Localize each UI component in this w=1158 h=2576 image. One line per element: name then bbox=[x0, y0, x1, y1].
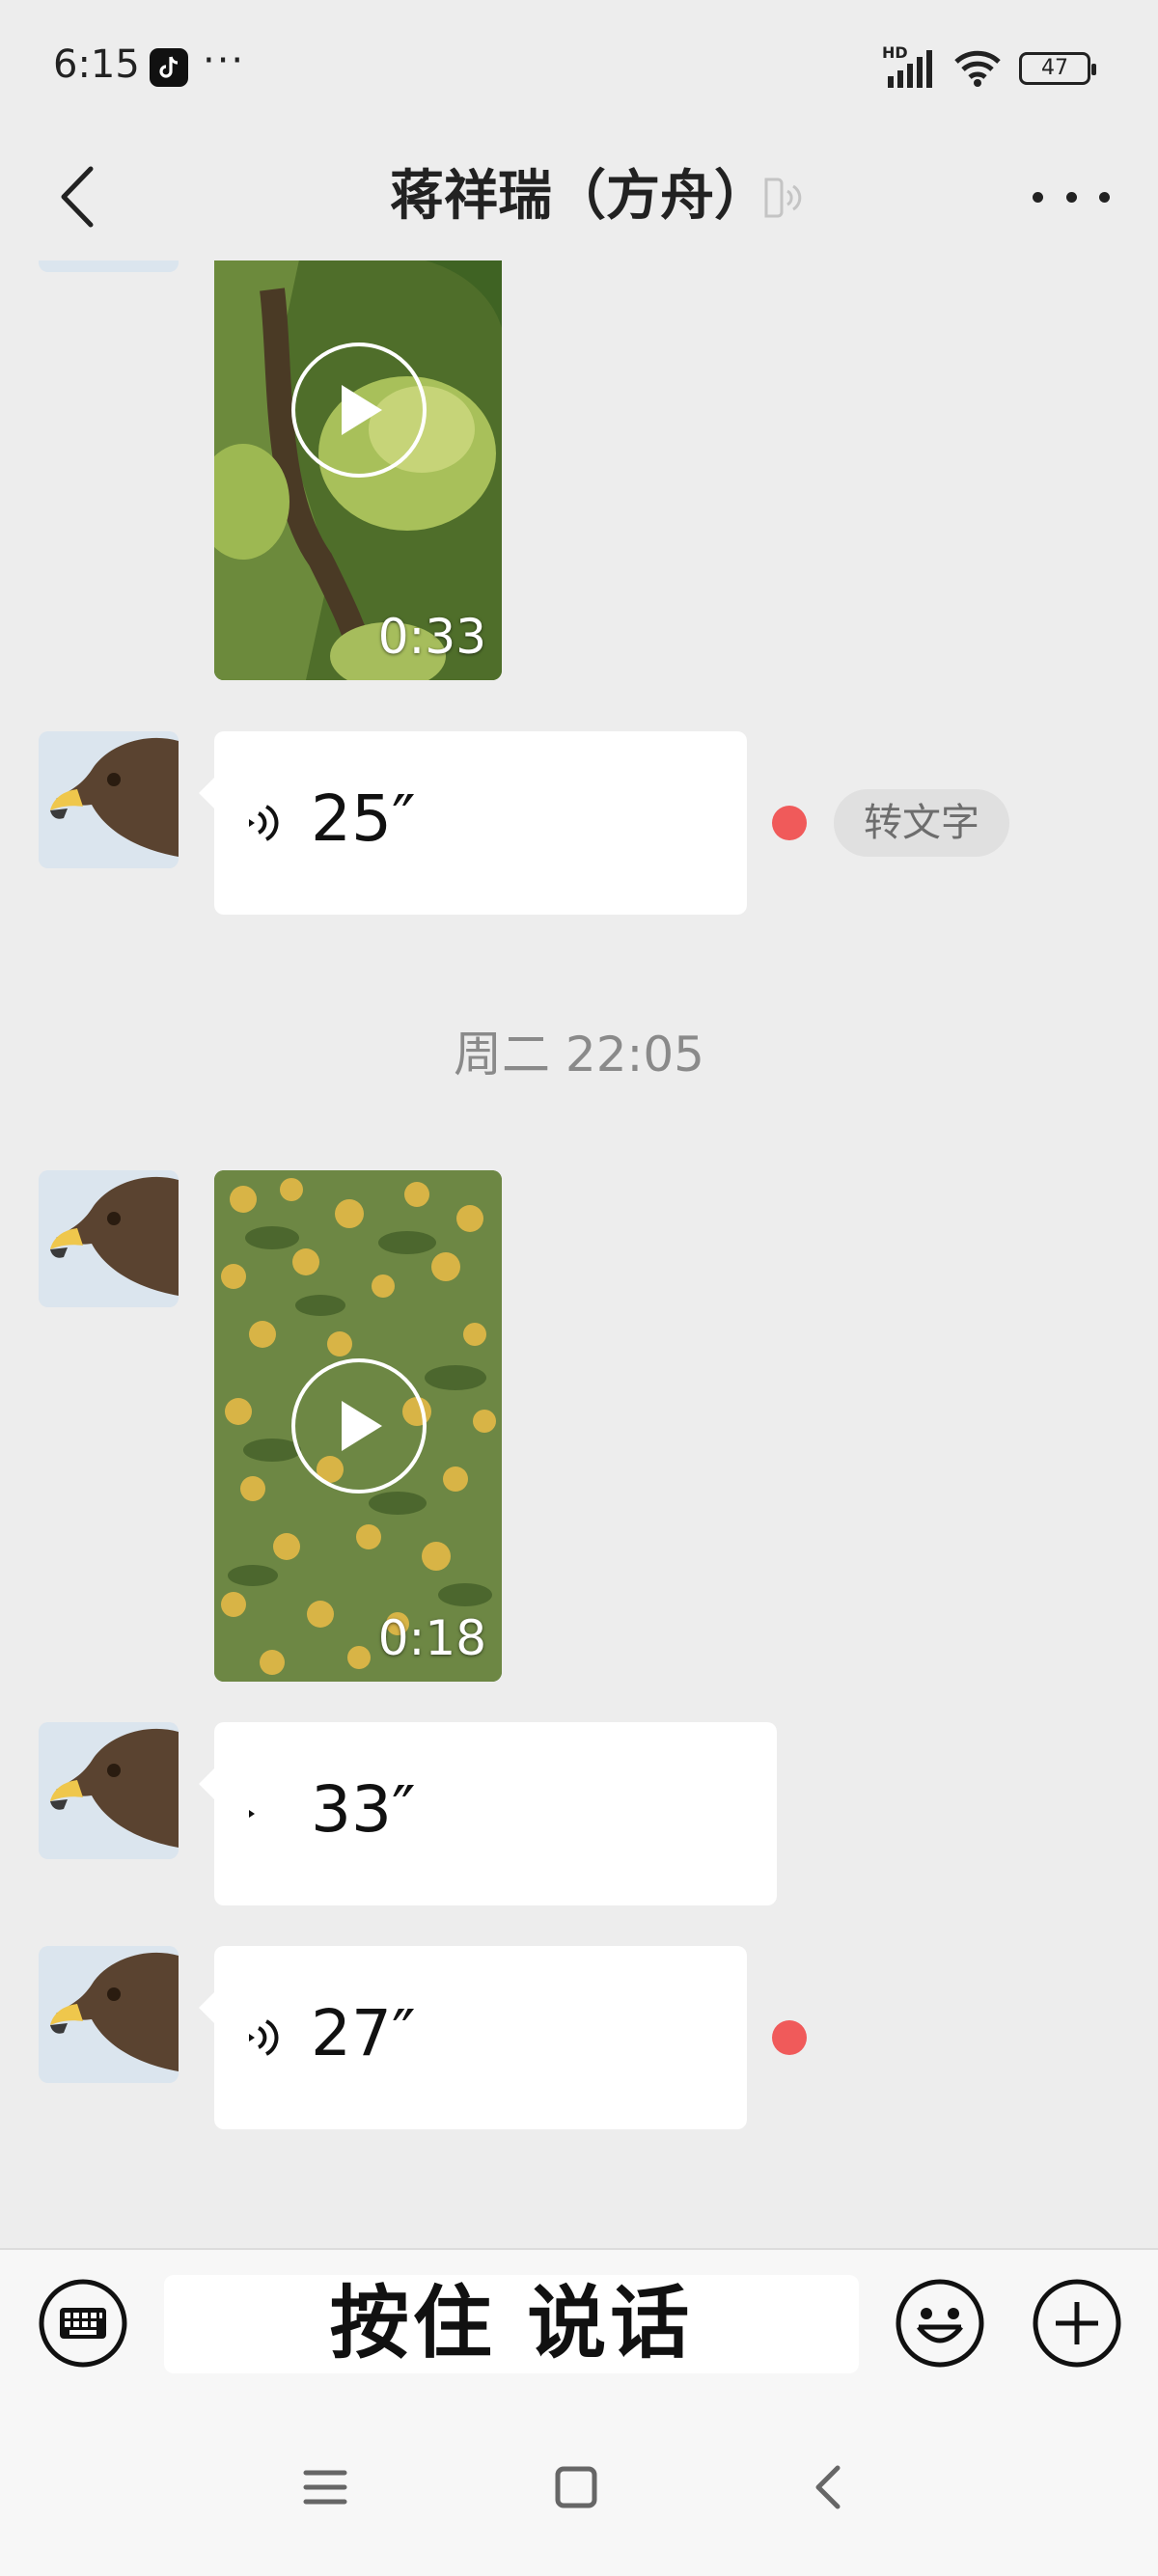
message-timestamp: 周二 22:05 bbox=[454, 1027, 704, 1082]
voice-wave-icon bbox=[249, 2019, 279, 2056]
voice-message[interactable]: 27″ bbox=[199, 1946, 747, 2129]
more-dot bbox=[1065, 191, 1077, 203]
play-icon bbox=[342, 1401, 382, 1451]
voice-duration: 33″ bbox=[311, 1772, 416, 1847]
signal-icon: HD bbox=[882, 43, 936, 90]
back-nav-button[interactable] bbox=[789, 2449, 867, 2526]
chat-title: 蒋祥瑞（方舟） bbox=[390, 165, 768, 228]
battery-icon: 47 bbox=[1019, 52, 1096, 85]
avatar[interactable] bbox=[39, 1722, 179, 1859]
avatar[interactable] bbox=[39, 1170, 179, 1307]
message-timestamp-partial bbox=[0, 2234, 1158, 2248]
status-icons: HD 47 bbox=[882, 43, 1096, 91]
more-dot bbox=[1033, 191, 1043, 203]
hold-to-talk-button[interactable]: 按住 说话 bbox=[164, 2275, 859, 2373]
eagle-avatar-image bbox=[39, 731, 179, 868]
voice-message-playing[interactable]: 33″ bbox=[199, 1722, 777, 1905]
eagle-avatar-image bbox=[39, 1170, 179, 1307]
avatar[interactable] bbox=[39, 731, 179, 868]
play-button[interactable] bbox=[291, 343, 427, 478]
voice-duration: 27″ bbox=[311, 1996, 416, 2070]
status-bar: 6:15 ··· HD 47 bbox=[0, 0, 1158, 135]
video-duration: 0:33 bbox=[377, 609, 486, 665]
avatar[interactable] bbox=[39, 1946, 179, 2083]
video-message[interactable]: 0:33 bbox=[214, 260, 502, 680]
eagle-avatar-image bbox=[39, 260, 179, 272]
emoji-icon[interactable] bbox=[894, 2277, 986, 2370]
message-list[interactable]: 0:33 25″ 转文字 周二 22:05 0:18 33″ 27″ bbox=[0, 260, 1158, 2248]
home-square-icon bbox=[555, 2466, 597, 2508]
chat-screen: 6:15 ··· HD 47 蒋祥瑞（方舟） 0:33 25″ 转文字 周二 2… bbox=[0, 0, 1158, 2576]
more-dot bbox=[1099, 191, 1110, 203]
tiktok-notification-icon bbox=[150, 48, 188, 87]
earpiece-mode-icon bbox=[758, 174, 807, 222]
avatar[interactable] bbox=[39, 260, 179, 272]
chat-header: 蒋祥瑞（方舟） bbox=[0, 135, 1158, 260]
to-text-button[interactable]: 转文字 bbox=[834, 789, 1009, 857]
eagle-avatar-image bbox=[39, 1946, 179, 2083]
voice-message[interactable]: 25″ bbox=[199, 731, 747, 915]
unread-dot bbox=[772, 2020, 807, 2055]
keyboard-toggle-icon[interactable] bbox=[37, 2277, 129, 2370]
voice-wave-icon bbox=[249, 805, 279, 841]
eagle-avatar-image bbox=[39, 1722, 179, 1859]
play-button[interactable] bbox=[291, 1358, 427, 1494]
home-nav-button[interactable] bbox=[538, 2449, 615, 2526]
voice-duration: 25″ bbox=[311, 781, 416, 856]
video-message[interactable]: 0:18 bbox=[214, 1170, 502, 1682]
more-notifications-icon: ··· bbox=[203, 39, 246, 83]
back-nav-icon bbox=[815, 2465, 841, 2509]
status-time: 6:15 bbox=[53, 42, 140, 87]
input-bar: 按住 说话 bbox=[0, 2248, 1158, 2393]
plus-more-icon[interactable] bbox=[1031, 2277, 1123, 2370]
menu-nav-button[interactable] bbox=[287, 2449, 364, 2526]
video-duration: 0:18 bbox=[377, 1610, 486, 1666]
play-icon bbox=[342, 385, 382, 435]
voice-wave-icon bbox=[249, 1810, 255, 1818]
wifi-icon bbox=[953, 49, 1002, 88]
more-options-button[interactable] bbox=[1033, 168, 1110, 226]
system-navigation-bar bbox=[0, 2393, 1158, 2576]
menu-icon bbox=[303, 2470, 347, 2505]
unread-dot bbox=[772, 806, 807, 840]
